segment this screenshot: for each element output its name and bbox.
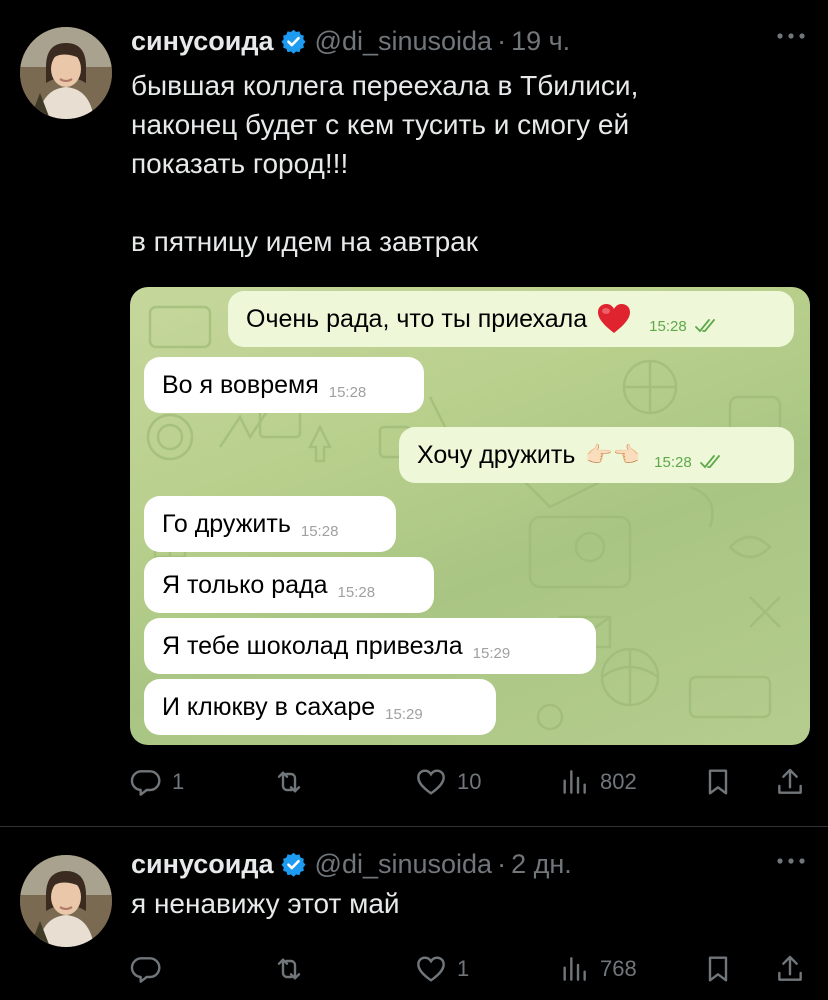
chat-message-outgoing: Хочу дружить 👉🏻👈🏻 15:28 <box>399 427 794 483</box>
chat-message-text: Я тебе шоколад привезла <box>162 631 463 660</box>
chat-message-incoming: Го дружить 15:28 <box>144 496 396 552</box>
tweet-text: я ненавижу этот май <box>131 888 400 919</box>
chat-message-text: Хочу дружить <box>417 440 576 469</box>
bookmark-icon <box>708 769 728 795</box>
share-button[interactable] <box>774 762 806 802</box>
view-count: 768 <box>600 956 637 981</box>
chat-message-text: Го дружить <box>162 509 291 538</box>
reply-count: 1 <box>172 769 185 794</box>
chat-message-text: Очень рада, что ты приехала <box>246 304 588 333</box>
tweet-header: синусоида @di_sinusoida · 2 дн. <box>131 847 572 881</box>
chat-message-incoming: И клюкву в сахаре 15:29 <box>144 679 496 735</box>
chat-message-text: И клюкву в сахаре <box>162 692 376 721</box>
reply-button[interactable]: 1 <box>130 762 184 802</box>
separator: · <box>497 848 507 879</box>
tweet-2[interactable]: синусоида @di_sinusoida · 2 дн. я ненави… <box>0 826 828 1000</box>
more-icon[interactable] <box>776 30 806 42</box>
author-handle[interactable]: @di_sinusoida <box>315 26 493 57</box>
retweet-icon <box>277 771 301 793</box>
reply-icon <box>130 957 161 983</box>
chat-message-time: 15:28 <box>337 583 376 601</box>
chat-message-text: Я только рада <box>162 570 328 599</box>
tweet-actions: 1 768 <box>130 949 810 989</box>
chat-message-incoming: Я тебе шоколад привезла 15:29 <box>144 618 596 674</box>
like-icon <box>417 769 445 795</box>
chat-message-incoming: Я только рада 15:28 <box>144 557 434 613</box>
separator: · <box>497 25 507 56</box>
timestamp[interactable]: 2 дн. <box>511 849 572 880</box>
retweet-icon <box>277 958 301 980</box>
chat-message-outgoing: Очень рада, что ты приехала 15:28 <box>228 291 794 347</box>
views-button[interactable]: 768 <box>558 949 637 989</box>
tweet-text: бывшая коллега переехала в Тбилиси, нако… <box>131 70 639 257</box>
more-icon[interactable] <box>776 855 806 867</box>
avatar[interactable] <box>20 27 112 119</box>
share-button[interactable] <box>774 949 806 989</box>
chat-message-time: 15:29 <box>385 705 423 723</box>
share-icon <box>778 955 802 981</box>
verified-badge-icon <box>280 852 306 877</box>
like-count: 1 <box>457 956 470 981</box>
avatar-image <box>20 27 112 119</box>
chat-message-time: 15:29 <box>472 644 511 662</box>
bookmark-icon <box>708 956 728 982</box>
chat-message-time: 15:28 <box>649 317 687 335</box>
chat-message-time: 15:28 <box>300 522 339 540</box>
double-check-icon <box>694 319 715 333</box>
retweet-button[interactable] <box>273 949 315 989</box>
like-count: 10 <box>457 769 482 794</box>
view-count: 802 <box>600 769 637 794</box>
timestamp[interactable]: 19 ч. <box>511 26 570 57</box>
author-handle[interactable]: @di_sinusoida <box>315 849 493 880</box>
views-icon <box>563 770 586 794</box>
like-icon <box>417 956 445 982</box>
chat-message-time: 15:28 <box>654 453 692 471</box>
chat-message-text: Во я вовремя <box>162 370 319 399</box>
reply-icon <box>130 770 161 796</box>
avatar-image <box>20 855 112 947</box>
tweet-actions: 1 10 802 <box>130 762 810 802</box>
bookmark-button[interactable] <box>702 949 734 989</box>
chat-message-incoming: Во я вовремя 15:28 <box>144 357 424 413</box>
retweet-button[interactable] <box>273 762 315 802</box>
double-check-icon <box>699 455 720 469</box>
tweet-media-screenshot[interactable]: Очень рада, что ты приехала 15:28 Во я в… <box>130 287 810 745</box>
like-button[interactable]: 1 <box>415 949 469 989</box>
author-name[interactable]: синусоида <box>131 26 274 57</box>
views-button[interactable]: 802 <box>558 762 637 802</box>
verified-badge-icon <box>280 29 306 54</box>
views-icon <box>563 957 586 981</box>
bookmark-button[interactable] <box>702 762 734 802</box>
author-name[interactable]: синусоида <box>131 849 274 880</box>
like-button[interactable]: 10 <box>415 762 481 802</box>
chat-message-time: 15:28 <box>328 383 367 401</box>
share-icon <box>778 768 802 794</box>
reply-button[interactable] <box>130 949 172 989</box>
tweet-header: синусоида @di_sinusoida · 19 ч. <box>131 24 570 58</box>
pointing-hands-emoji-icon: 👉🏻👈🏻 <box>585 442 641 467</box>
tweet-1[interactable]: синусоида @di_sinusoida · 19 ч. бывшая к… <box>0 0 828 826</box>
heart-emoji-icon <box>598 304 631 333</box>
avatar[interactable] <box>20 855 112 947</box>
